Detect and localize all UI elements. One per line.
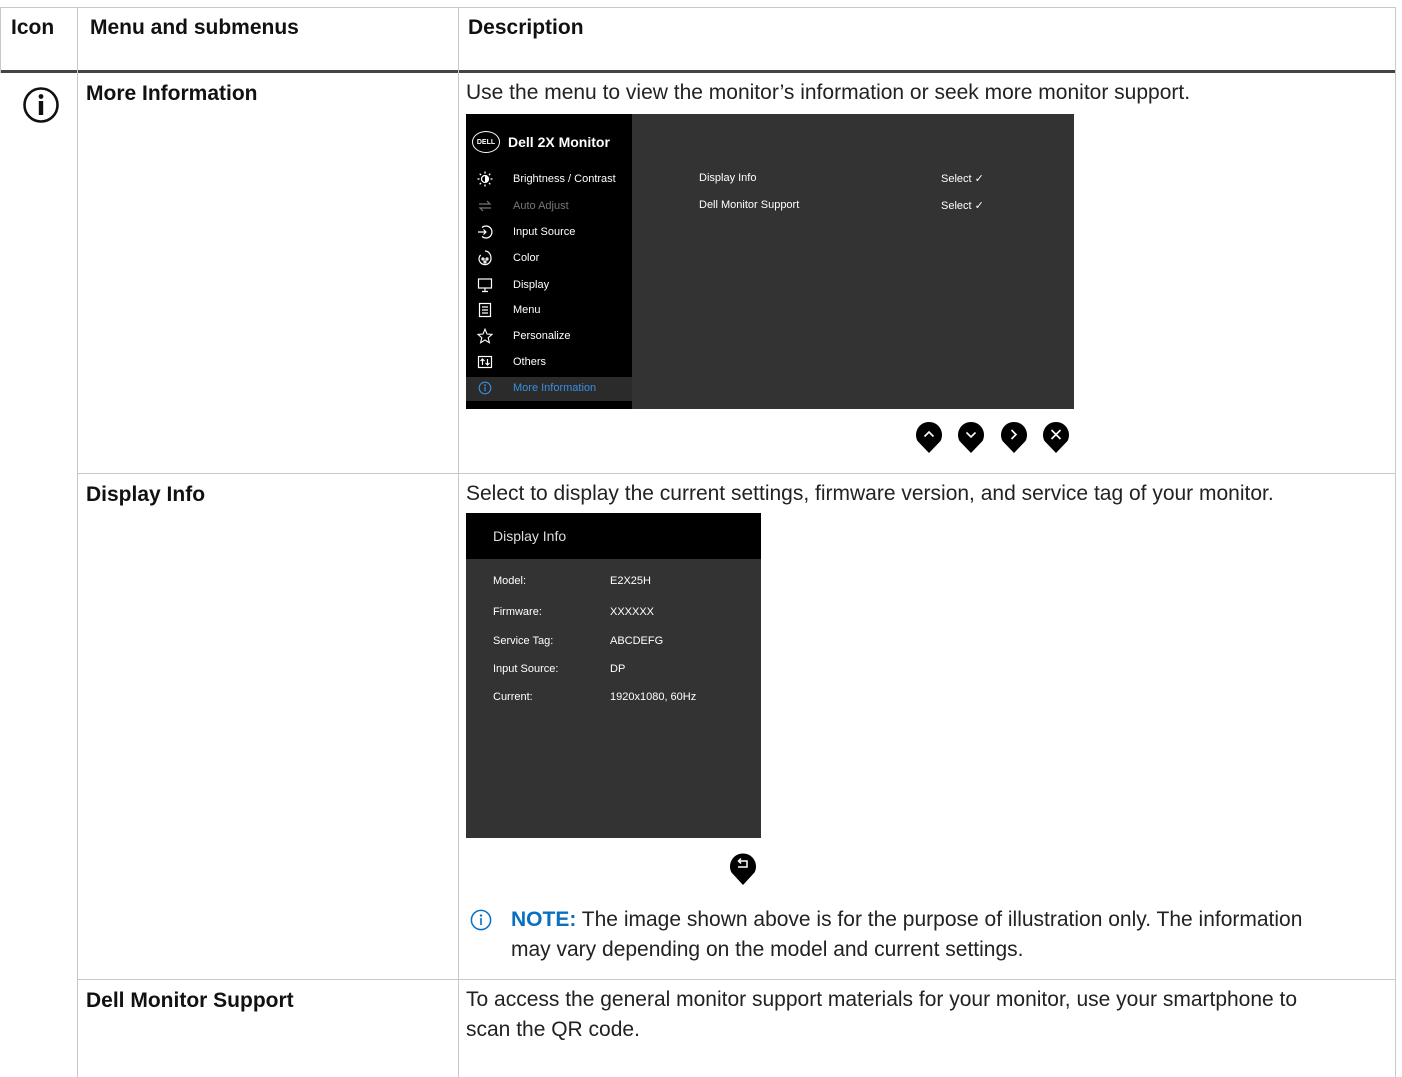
osd-item-label: Color xyxy=(513,252,540,264)
row-divider-1 xyxy=(78,473,1396,474)
osd-item-label: Display xyxy=(513,279,550,291)
osd-option-monitor-support-value[interactable]: Select ✓ xyxy=(941,199,984,212)
right-icon[interactable] xyxy=(999,420,1029,454)
description-more-information: Use the menu to view the monitor’s infor… xyxy=(466,81,1191,104)
description-line-1: To access the general monitor support ma… xyxy=(466,988,1298,1011)
description-line-2: scan the QR code. xyxy=(466,1018,640,1041)
osd-item-others[interactable]: Others xyxy=(476,352,632,372)
table-header-divider xyxy=(0,70,1396,73)
osd-item-menu[interactable]: Menu xyxy=(476,300,632,320)
table-left-border xyxy=(0,7,1,73)
icon-column-divider xyxy=(77,7,78,1077)
color-icon xyxy=(476,250,494,266)
description-dell-monitor-support: To access the general monitor support ma… xyxy=(466,985,1297,1045)
dell-logo: DELL xyxy=(472,131,500,153)
menu-name-dell-monitor-support: Dell Monitor Support xyxy=(86,989,294,1012)
others-icon xyxy=(476,354,494,370)
osd-menu-screenshot: DELL Dell 2X Monitor Brightness / Contra… xyxy=(466,114,1074,409)
menu-name-more-information: More Information xyxy=(86,82,258,105)
osd-brand: DELL Dell 2X Monitor xyxy=(472,130,610,154)
osd-item-auto-adjust[interactable]: Auto Adjust xyxy=(476,196,632,216)
input-source-icon xyxy=(476,224,494,240)
display-icon xyxy=(476,277,494,293)
brightness-icon xyxy=(476,171,494,187)
table-right-border xyxy=(1395,7,1396,1077)
osd-item-brightness[interactable]: Brightness / Contrast xyxy=(476,169,632,189)
note-line-1: The image shown above is for the purpose… xyxy=(581,908,1303,931)
info-value-firmware: XXXXXX xyxy=(610,606,655,618)
down-icon[interactable] xyxy=(956,420,986,454)
menu-column-divider xyxy=(458,7,459,1077)
auto-adjust-icon xyxy=(476,198,494,214)
info-value-current: 1920x1080, 60Hz xyxy=(610,691,697,703)
osd-item-personalize[interactable]: Personalize xyxy=(476,326,632,346)
osd-option-display-info-value[interactable]: Select ✓ xyxy=(941,172,984,185)
table-top-border xyxy=(0,7,1396,8)
menu-name-display-info: Display Info xyxy=(86,483,206,506)
description-display-info: Select to display the current settings, … xyxy=(466,482,1274,505)
info-icon xyxy=(22,86,60,124)
osd-item-label: Personalize xyxy=(513,330,571,342)
osd-item-input-source[interactable]: Input Source xyxy=(476,222,632,242)
info-value-service-tag: ABCDEFG xyxy=(610,635,664,647)
up-icon[interactable] xyxy=(914,420,944,454)
info-label-input-source: Input Source: xyxy=(493,663,559,675)
info-icon xyxy=(476,380,494,396)
note-line-2: may vary depending on the model and curr… xyxy=(511,938,1024,961)
menu-icon xyxy=(476,302,494,318)
osd-item-display[interactable]: Display xyxy=(476,275,632,295)
note-label: NOTE: xyxy=(511,908,577,931)
info-value-input-source: DP xyxy=(610,663,626,675)
note-text: NOTE: The image shown above is for the p… xyxy=(511,905,1391,965)
osd-option-display-info[interactable]: Display Info xyxy=(699,172,756,184)
osd-item-label: More Information xyxy=(513,382,597,394)
info-label-firmware: Firmware: xyxy=(493,606,542,618)
osd-item-color[interactable]: Color xyxy=(476,248,632,268)
osd-item-label: Menu xyxy=(513,304,541,316)
osd-item-label: Auto Adjust xyxy=(513,200,569,212)
info-label-current: Current: xyxy=(493,691,533,703)
header-description: Description xyxy=(468,16,584,39)
header-menu: Menu and submenus xyxy=(90,16,299,39)
osd-item-label: Brightness / Contrast xyxy=(513,173,616,185)
display-info-screenshot: Display Info Model: E2X25H Firmware: XXX… xyxy=(466,513,761,838)
back-icon[interactable] xyxy=(728,850,758,885)
info-label-service-tag: Service Tag: xyxy=(493,635,554,647)
manual-page: Icon Menu and submenus Description More … xyxy=(0,0,1402,1077)
osd-item-label: Input Source xyxy=(513,226,576,238)
row-divider-2 xyxy=(78,979,1396,980)
info-label-model: Model: xyxy=(493,575,527,587)
info-value-model: E2X25H xyxy=(610,575,651,587)
display-info-title: Display Info xyxy=(493,528,567,544)
osd-item-more-information[interactable]: More Information xyxy=(476,378,632,398)
osd-title: Dell 2X Monitor xyxy=(508,134,610,150)
note-info-icon xyxy=(470,909,492,931)
close-icon[interactable] xyxy=(1041,420,1071,454)
header-icon: Icon xyxy=(11,16,55,39)
osd-option-monitor-support[interactable]: Dell Monitor Support xyxy=(699,199,799,211)
osd-item-label: Others xyxy=(513,356,547,368)
star-icon xyxy=(476,328,494,344)
